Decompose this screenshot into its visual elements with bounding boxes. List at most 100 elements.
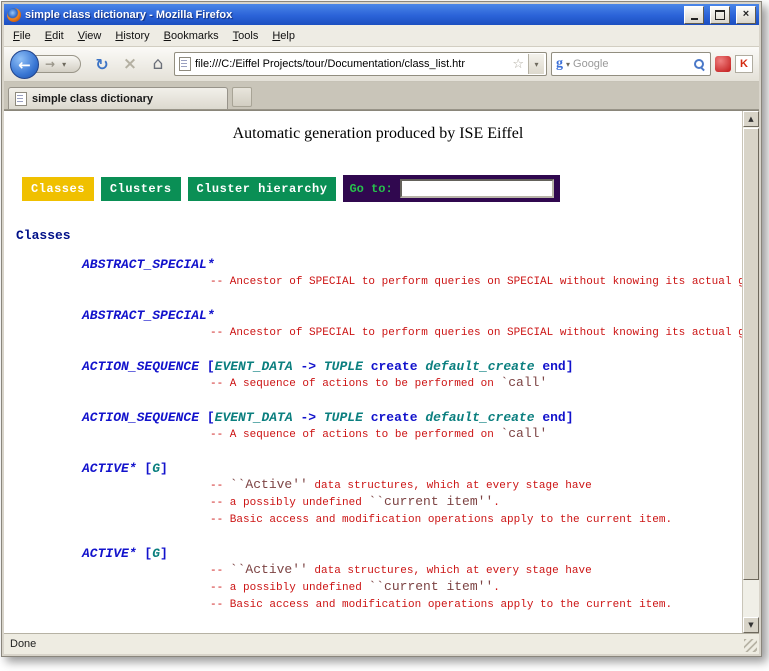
class-comment: -- Basic access and modification operati… <box>210 596 742 613</box>
history-dropdown-icon[interactable]: ▾ <box>62 60 66 69</box>
search-input[interactable]: Google <box>573 58 690 70</box>
text-segment-comment: -- <box>210 480 230 492</box>
clusters-button[interactable]: Clusters <box>101 177 181 201</box>
tab-favicon <box>15 92 27 106</box>
text-segment-comment: -- Ancestor of SPECIAL to perform querie… <box>210 327 742 339</box>
text-segment-keyword: end] <box>535 410 574 425</box>
class-entry: ACTIVE* [G]-- ``Active'' data structures… <box>82 461 742 528</box>
menu-view[interactable]: View <box>71 27 109 45</box>
doc-nav-row: Classes Clusters Cluster hierarchy Go to… <box>22 175 742 202</box>
menu-history[interactable]: History <box>108 27 156 45</box>
document-page: Automatic generation produced by ISE Eif… <box>4 111 742 633</box>
search-engine-dropdown-icon[interactable]: ▾ <box>566 60 570 69</box>
stop-button[interactable]: × <box>118 52 142 76</box>
class-comment: -- A sequence of actions to be performed… <box>210 426 742 443</box>
url-input[interactable]: file:///C:/Eiffel Projects/tour/Document… <box>195 58 508 70</box>
scroll-down-button[interactable]: ▼ <box>743 617 759 633</box>
text-segment-keyword: [ <box>137 461 153 476</box>
text-segment-keyword: create <box>363 359 425 374</box>
k-addon-icon[interactable]: K <box>735 55 753 73</box>
text-segment-quoted: `call' <box>500 426 547 441</box>
google-logo-icon: g <box>556 56 563 72</box>
page-title: Automatic generation produced by ISE Eif… <box>14 125 742 143</box>
text-segment-comment: -- A sequence of actions to be performed… <box>210 378 500 390</box>
maximize-icon <box>715 10 725 20</box>
class-signature-link[interactable]: ACTION_SEQUENCE [EVENT_DATA -> TUPLE cre… <box>82 359 742 375</box>
maximize-button[interactable] <box>710 6 730 24</box>
cluster-hierarchy-button[interactable]: Cluster hierarchy <box>188 177 337 201</box>
url-bar[interactable]: file:///C:/Eiffel Projects/tour/Document… <box>174 52 547 76</box>
text-segment-generic: default_create <box>425 359 534 374</box>
text-segment-quoted: ``current item'' <box>368 579 493 594</box>
text-segment-keyword: [ <box>199 410 215 425</box>
goto-input[interactable] <box>400 179 554 198</box>
scrollbar-thumb[interactable] <box>743 128 759 580</box>
url-dropdown-button[interactable]: ▾ <box>528 54 544 74</box>
home-button[interactable]: ⌂ <box>146 52 170 76</box>
text-segment-keyword: end] <box>535 359 574 374</box>
refresh-button[interactable]: ↻ <box>90 52 114 76</box>
menu-edit[interactable]: Edit <box>38 27 71 45</box>
class-list: ABSTRACT_SPECIAL*-- Ancestor of SPECIAL … <box>14 257 742 633</box>
text-segment-generic: default_create <box>425 410 534 425</box>
text-segment-class: ABSTRACT_SPECIAL* <box>82 257 215 272</box>
status-bar: Done <box>4 633 759 654</box>
search-box[interactable]: g ▾ Google <box>551 52 711 76</box>
menu-bar: FileEditViewHistoryBookmarksToolsHelp <box>4 25 759 47</box>
text-segment-class: ACTION_SEQUENCE <box>82 410 199 425</box>
class-signature-link[interactable]: ABSTRACT_SPECIAL* <box>82 308 742 324</box>
text-segment-keyword: -> <box>293 359 324 374</box>
class-signature-link[interactable]: ABSTRACT_SPECIAL* <box>82 257 742 273</box>
text-segment-generic: EVENT_DATA <box>215 410 293 425</box>
class-comment: -- A sequence of actions to be performed… <box>210 375 742 392</box>
search-icon[interactable] <box>693 58 706 71</box>
text-segment-comment: -- Basic access and modification operati… <box>210 599 672 611</box>
new-tab-button[interactable] <box>232 87 252 107</box>
close-button[interactable]: × <box>736 6 756 24</box>
title-bar[interactable]: simple class dictionary - Mozilla Firefo… <box>4 4 759 25</box>
minimize-button[interactable] <box>684 6 704 24</box>
firefox-icon <box>7 8 21 22</box>
minimize-icon <box>691 18 698 20</box>
text-segment-comment: -- Basic access and modification operati… <box>210 514 672 526</box>
navigation-toolbar: ← → ▾ ↻ × ⌂ file:///C:/Eiffel Projects/t… <box>4 47 759 82</box>
scroll-up-button[interactable]: ▲ <box>743 111 759 127</box>
text-segment-quoted: ``Active'' <box>230 562 308 577</box>
class-entry: ACTION_SEQUENCE [EVENT_DATA -> TUPLE cre… <box>82 359 742 392</box>
goto-bar: Go to: <box>343 175 559 202</box>
text-segment-quoted: `call' <box>500 375 547 390</box>
forward-button[interactable]: → ▾ <box>35 55 81 73</box>
goto-label: Go to: <box>349 182 392 196</box>
menu-bookmarks[interactable]: Bookmarks <box>157 27 226 45</box>
class-entry: ACTIVE* [G]-- ``Active'' data structures… <box>82 546 742 613</box>
text-segment-keyword: [ <box>137 546 153 561</box>
page-favicon <box>179 57 191 71</box>
vertical-scrollbar[interactable]: ▲ ▼ <box>742 111 759 633</box>
status-text: Done <box>10 638 36 650</box>
text-segment-generic: G <box>152 461 160 476</box>
back-forward-group: ← → ▾ <box>10 48 86 80</box>
class-comment: -- ``Active'' data structures, which at … <box>210 562 742 579</box>
text-segment-comment: . <box>493 497 500 509</box>
class-signature-link[interactable]: ACTION_SEQUENCE [EVENT_DATA -> TUPLE cre… <box>82 410 742 426</box>
bookmark-star-icon[interactable]: ☆ <box>512 57 524 72</box>
antivirus-addon-icon[interactable] <box>715 56 731 72</box>
tab-simple-class-dictionary[interactable]: simple class dictionary <box>8 87 228 109</box>
menu-help[interactable]: Help <box>265 27 302 45</box>
menu-tools[interactable]: Tools <box>226 27 266 45</box>
chevron-down-icon: ▾ <box>534 60 538 69</box>
content-area: Automatic generation produced by ISE Eif… <box>4 110 759 633</box>
text-segment-generic: TUPLE <box>324 359 363 374</box>
class-signature-link[interactable]: ACTIVE* [G] <box>82 461 742 477</box>
text-segment-quoted: ``Active'' <box>230 477 308 492</box>
class-comment: -- Ancestor of SPECIAL to perform querie… <box>210 273 742 290</box>
class-signature-link[interactable]: ACTIVE* [G] <box>82 546 742 562</box>
classes-button[interactable]: Classes <box>22 177 94 201</box>
text-segment-comment: -- a possibly undefined <box>210 582 368 594</box>
class-entry: ABSTRACT_SPECIAL*-- Ancestor of SPECIAL … <box>82 257 742 290</box>
resize-grip[interactable] <box>744 639 757 652</box>
menu-file[interactable]: File <box>6 27 38 45</box>
class-entry: ABSTRACT_SPECIAL* -- Ancestor of SPECIAL … <box>82 308 742 341</box>
window-title: simple class dictionary - Mozilla Firefo… <box>25 9 678 21</box>
back-button[interactable]: ← <box>10 50 39 79</box>
